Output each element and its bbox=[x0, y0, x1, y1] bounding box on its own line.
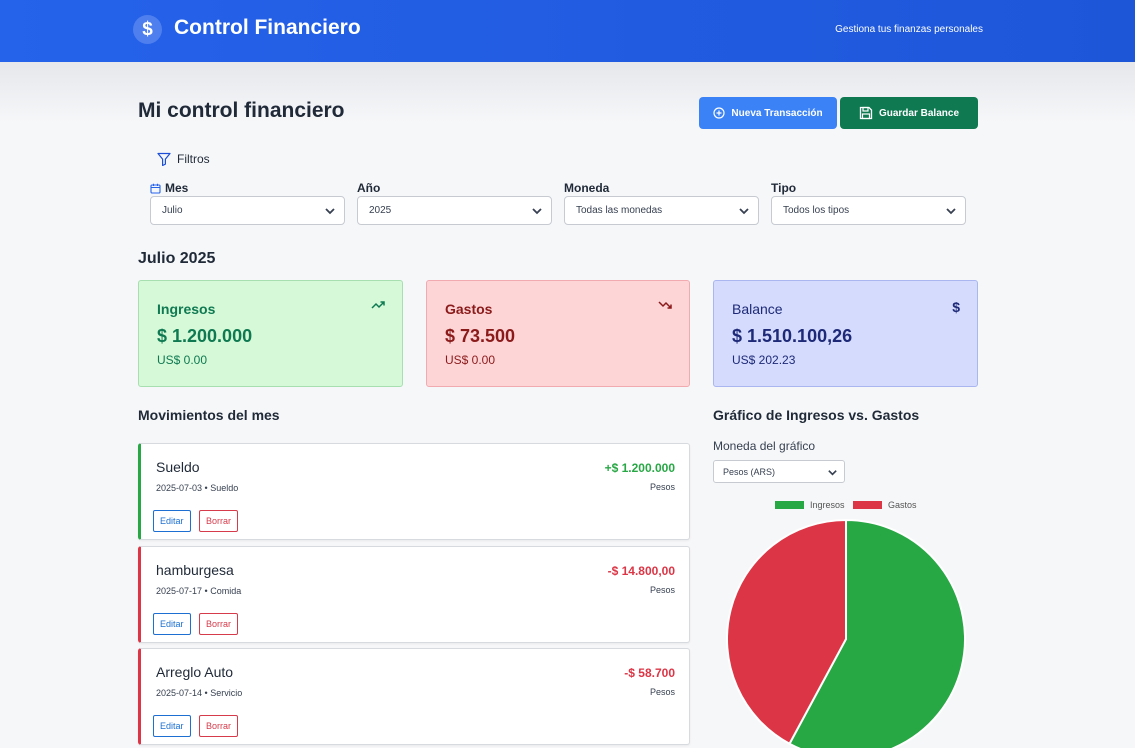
delete-button[interactable]: Borrar bbox=[199, 613, 239, 635]
expenses-card-title: Gastos bbox=[445, 301, 493, 317]
calendar-icon bbox=[150, 183, 161, 194]
currency-filter-label: Moneda bbox=[564, 181, 610, 195]
type-select-value: Todos los tipos bbox=[783, 205, 850, 216]
transaction-currency: Pesos bbox=[649, 687, 675, 697]
list-item: hamburgesa 2025-07-17 • Comida -$ 14.800… bbox=[138, 546, 690, 643]
edit-button[interactable]: Editar bbox=[153, 715, 191, 737]
income-card: Ingresos $ 1.200.000 US$ 0.00 bbox=[138, 280, 403, 387]
income-usd: US$ 0.00 bbox=[157, 353, 208, 367]
delete-button[interactable]: Borrar bbox=[199, 715, 239, 737]
transaction-name: hamburgesa bbox=[156, 562, 234, 578]
month-select-value: Julio bbox=[162, 205, 183, 216]
chart-currency-select[interactable]: Pesos (ARS) bbox=[713, 460, 845, 483]
year-filter-label: Año bbox=[357, 181, 381, 195]
trending-down-icon bbox=[658, 301, 672, 309]
transaction-name: Arreglo Auto bbox=[156, 664, 234, 680]
expenses-usd: US$ 0.00 bbox=[445, 353, 496, 367]
legend-label-expenses: Gastos bbox=[888, 500, 917, 510]
dollar-icon: $ bbox=[133, 15, 162, 44]
chevron-down-icon bbox=[828, 470, 837, 476]
dollar-icon: $ bbox=[952, 299, 960, 315]
plus-circle-icon bbox=[713, 107, 726, 119]
year-select-value: 2025 bbox=[369, 205, 392, 216]
chevron-down-icon bbox=[739, 208, 749, 215]
transaction-meta: 2025-07-03 • Sueldo bbox=[156, 483, 239, 493]
transaction-meta: 2025-07-17 • Comida bbox=[156, 586, 242, 596]
transaction-meta: 2025-07-14 • Servicio bbox=[156, 688, 243, 698]
filter-icon bbox=[157, 152, 171, 166]
list-item: Sueldo 2025-07-03 • Sueldo +$ 1.200.000 … bbox=[138, 443, 690, 540]
app-title: Control Financiero bbox=[174, 16, 361, 39]
year-select[interactable]: 2025 bbox=[357, 196, 552, 225]
pie-chart bbox=[726, 519, 966, 748]
chart-currency-value: Pesos (ARS) bbox=[723, 466, 776, 477]
transaction-amount: +$ 1.200.000 bbox=[604, 461, 675, 475]
period-heading: Julio 2025 bbox=[138, 250, 216, 267]
new-transaction-label: Nueva Transacción bbox=[731, 107, 823, 119]
transaction-amount: -$ 58.700 bbox=[624, 666, 675, 680]
chevron-down-icon bbox=[946, 208, 956, 215]
trending-up-icon bbox=[371, 301, 385, 309]
save-icon bbox=[859, 106, 873, 120]
balance-amount: $ 1.510.100,26 bbox=[732, 326, 853, 346]
type-select[interactable]: Todos los tipos bbox=[771, 196, 966, 225]
month-select[interactable]: Julio bbox=[150, 196, 345, 225]
chart-title: Gráfico de Ingresos vs. Gastos bbox=[713, 407, 920, 423]
currency-select-value: Todas las monedas bbox=[576, 205, 663, 216]
expenses-amount: $ 73.500 bbox=[445, 326, 516, 346]
app-header: $ Control Financiero Gestiona tus finanz… bbox=[0, 0, 1135, 62]
edit-button[interactable]: Editar bbox=[153, 510, 191, 532]
month-filter-label: Mes bbox=[150, 181, 188, 195]
balance-card-title: Balance bbox=[732, 301, 783, 317]
new-transaction-button[interactable]: Nueva Transacción bbox=[699, 97, 837, 129]
currency-select[interactable]: Todas las monedas bbox=[564, 196, 759, 225]
legend-item-expenses[interactable]: Gastos bbox=[853, 500, 917, 510]
list-item: Arreglo Auto 2025-07-14 • Servicio -$ 58… bbox=[138, 648, 690, 745]
expenses-card: Gastos $ 73.500 US$ 0.00 bbox=[426, 280, 690, 387]
app-tagline: Gestiona tus finanzas personales bbox=[835, 24, 983, 35]
edit-button[interactable]: Editar bbox=[153, 613, 191, 635]
chevron-down-icon bbox=[532, 208, 542, 215]
transaction-currency: Pesos bbox=[649, 482, 675, 492]
income-card-title: Ingresos bbox=[157, 301, 216, 317]
save-balance-button[interactable]: Guardar Balance bbox=[840, 97, 978, 129]
income-amount: $ 1.200.000 bbox=[157, 326, 253, 346]
balance-card: Balance $ $ 1.510.100,26 US$ 202.23 bbox=[713, 280, 978, 387]
transaction-currency: Pesos bbox=[649, 585, 675, 595]
page-title: Mi control financiero bbox=[138, 99, 345, 122]
legend-item-income[interactable]: Ingresos bbox=[775, 500, 845, 510]
type-filter-label: Tipo bbox=[771, 181, 797, 195]
delete-button[interactable]: Borrar bbox=[199, 510, 239, 532]
chart-currency-label: Moneda del gráfico bbox=[713, 439, 816, 453]
chevron-down-icon bbox=[325, 208, 335, 215]
filters-label: Filtros bbox=[177, 152, 210, 166]
filters-heading[interactable]: Filtros bbox=[157, 152, 210, 166]
balance-usd: US$ 202.23 bbox=[732, 353, 796, 367]
legend-label-income: Ingresos bbox=[810, 500, 845, 510]
legend-swatch-income bbox=[775, 501, 804, 509]
transaction-amount: -$ 14.800,00 bbox=[607, 564, 675, 578]
legend-swatch-expenses bbox=[853, 501, 882, 509]
month-label-text: Mes bbox=[165, 181, 189, 195]
movements-title: Movimientos del mes bbox=[138, 407, 280, 423]
save-balance-label: Guardar Balance bbox=[878, 107, 960, 119]
transaction-name: Sueldo bbox=[156, 459, 200, 475]
